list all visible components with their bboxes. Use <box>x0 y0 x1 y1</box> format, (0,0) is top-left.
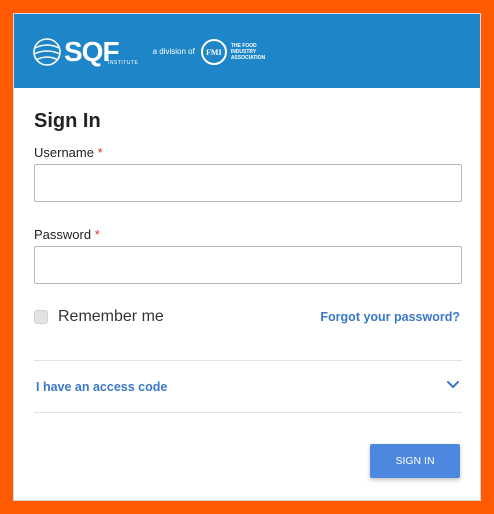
login-card: SQF a division of FMI THE FOOD INDUSTRY … <box>13 13 481 501</box>
password-label-text: Password <box>34 227 92 242</box>
required-marker: * <box>94 227 100 242</box>
password-label: Password * <box>34 227 100 242</box>
globe-logo-icon <box>32 35 62 69</box>
password-input[interactable] <box>34 246 462 284</box>
brand-logos: SQF a division of FMI THE FOOD INDUSTRY … <box>32 32 265 72</box>
username-label: Username * <box>34 145 103 160</box>
division-text: a division of <box>152 46 195 56</box>
fmi-logo-badge: FMI <box>200 39 227 65</box>
remember-me-toggle[interactable]: Remember me <box>34 308 164 326</box>
divider <box>34 360 462 361</box>
access-code-toggle[interactable]: I have an access code <box>36 380 167 394</box>
forgot-password-link[interactable]: Forgot your password? <box>320 310 460 324</box>
header-banner: SQF a division of FMI THE FOOD INDUSTRY … <box>14 14 480 88</box>
divider <box>34 412 462 413</box>
chevron-down-icon[interactable] <box>446 377 460 391</box>
username-label-text: Username <box>34 145 94 160</box>
required-marker: * <box>97 145 103 160</box>
username-input[interactable] <box>34 164 462 202</box>
remember-me-label: Remember me <box>58 308 164 325</box>
sqf-logo-subtext: INSTITUTE <box>108 60 139 66</box>
fmi-logo-name: THE FOOD INDUSTRY ASSOCIATION <box>230 43 266 61</box>
sign-in-button[interactable]: SIGN IN <box>370 444 460 478</box>
remember-me-checkbox[interactable] <box>34 310 48 324</box>
page-title: Sign In <box>34 110 101 132</box>
